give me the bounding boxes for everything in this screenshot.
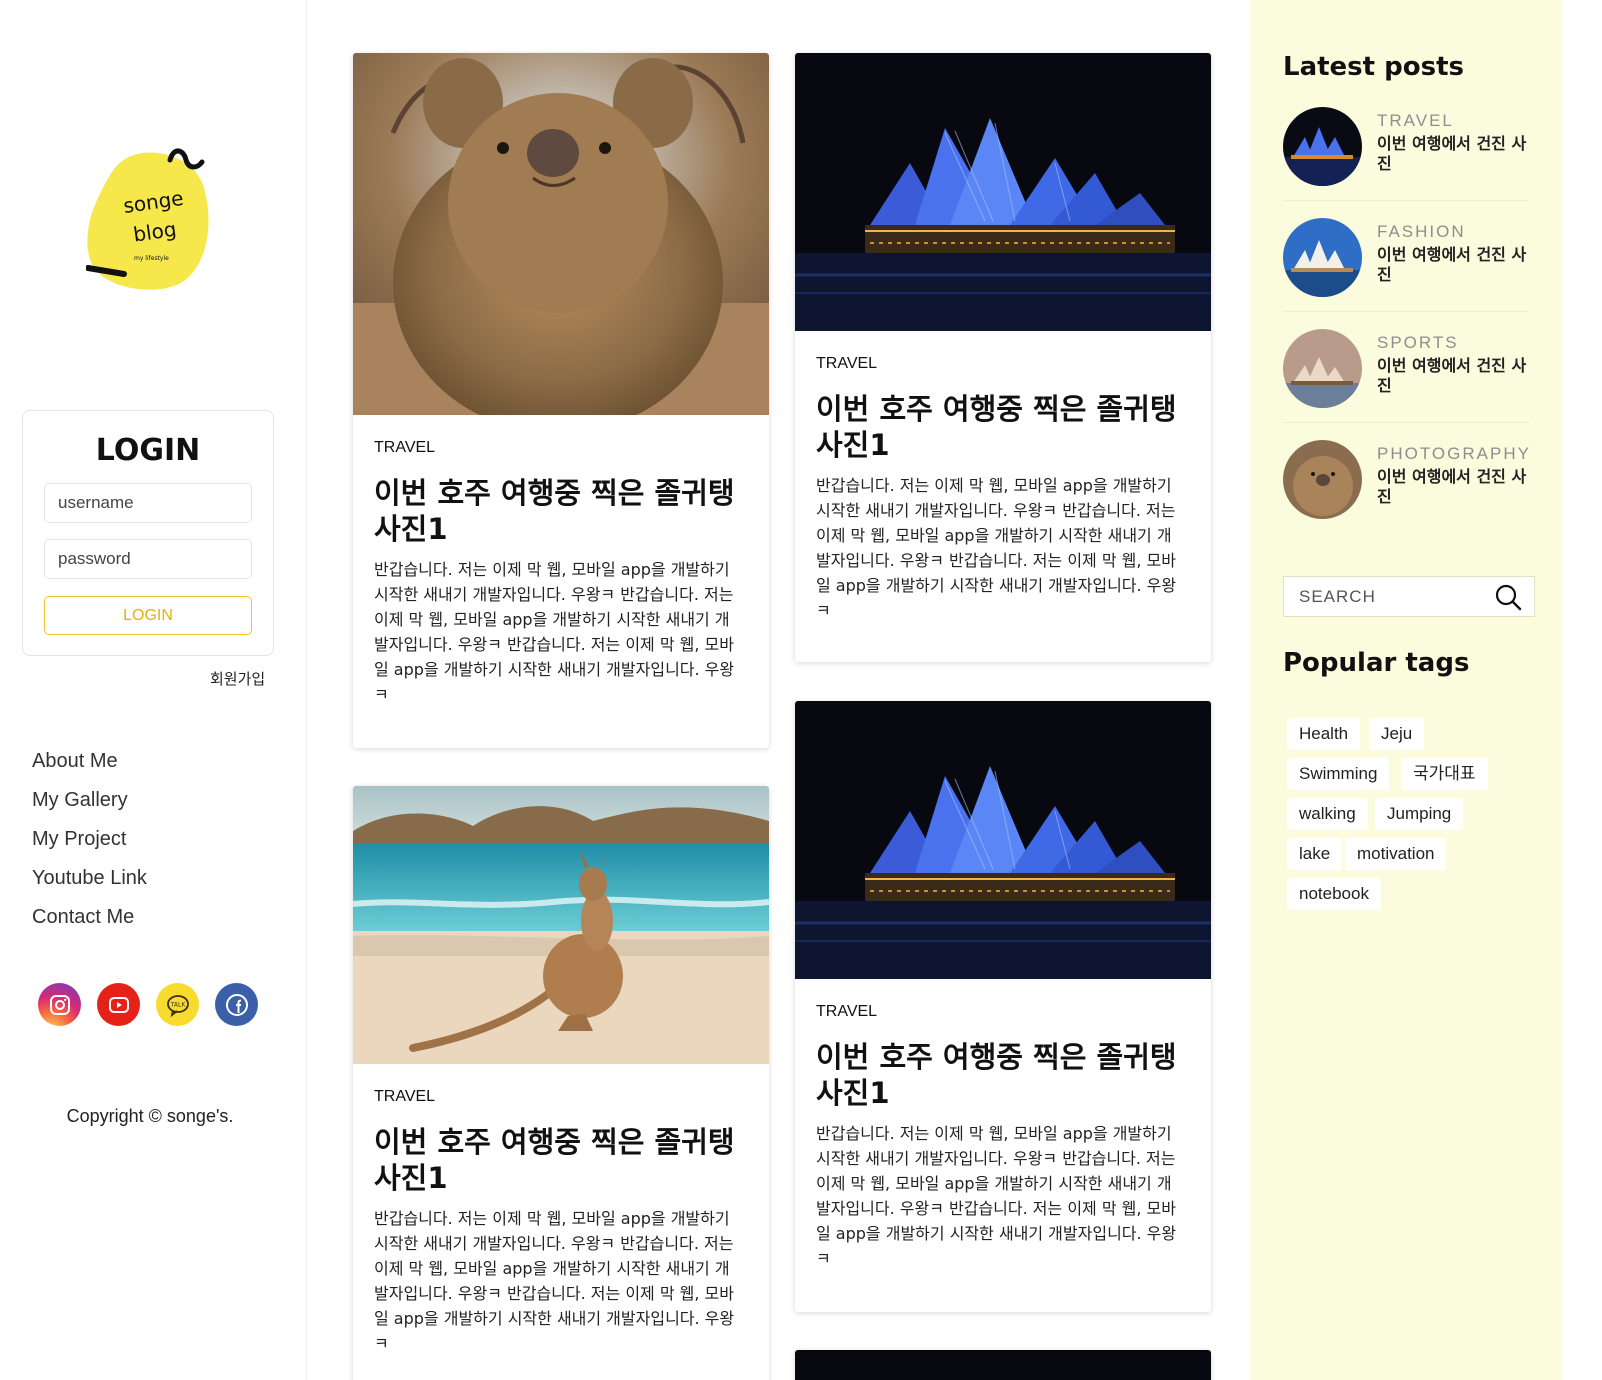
left-sidebar: songe blog my lifestyle LOGIN LOGIN 회원가입… [0, 0, 307, 1380]
kakaotalk-label: TALK [169, 1001, 186, 1008]
post-title[interactable]: 이번 호주 여행중 찍은 졸귀탱 사진1 [374, 1124, 744, 1196]
youtube-icon[interactable] [97, 983, 140, 1026]
latest-post-category: FASHION [1377, 222, 1466, 241]
opera-house-day-thumb[interactable] [1283, 218, 1362, 297]
login-panel: LOGIN LOGIN [22, 410, 274, 656]
kangaroo-beach-photo[interactable] [353, 786, 769, 1064]
post-title[interactable]: 이번 호주 여행중 찍은 졸귀탱 사진1 [816, 391, 1186, 463]
tag-item[interactable]: Health [1287, 718, 1361, 750]
latest-post-category: PHOTOGRAPHY [1377, 444, 1531, 463]
tag-item[interactable]: notebook [1287, 878, 1381, 910]
post-card[interactable]: TRAVEL 이번 호주 여행중 찍은 졸귀탱 사진1 반갑습니다. 저는 이제… [353, 53, 769, 748]
post-category[interactable]: TRAVEL [816, 1003, 877, 1021]
tag-item[interactable]: motivation [1345, 838, 1447, 870]
post-excerpt: 반갑습니다. 저는 이제 막 웹, 모바일 app을 개발하기 시작한 새내기 … [374, 560, 735, 704]
post-excerpt: 반갑습니다. 저는 이제 막 웹, 모바일 app을 개발하기 시작한 새내기 … [374, 1209, 735, 1353]
post-category[interactable]: TRAVEL [374, 1088, 435, 1106]
copyright-text: Copyright © songe's. [66, 1106, 234, 1126]
latest-post-category: TRAVEL [1377, 111, 1454, 130]
right-sidebar: Latest posts TRAVEL 이번 여행에서 건진 사진 FASHIO… [1250, 0, 1562, 1380]
latest-post-item[interactable]: SPORTS 이번 여행에서 건진 사진 [1283, 329, 1529, 409]
divider [1283, 311, 1529, 312]
login-button[interactable]: LOGIN [44, 596, 252, 635]
divider [1283, 422, 1529, 423]
quokka-photo[interactable] [353, 53, 769, 415]
latest-post-item[interactable]: PHOTOGRAPHY 이번 여행에서 건진 사진 [1283, 440, 1529, 520]
search-box [1283, 576, 1535, 617]
username-input[interactable] [44, 483, 252, 523]
nav-contact-me[interactable]: Contact Me [32, 904, 147, 943]
nav-about-me[interactable]: About Me [32, 748, 147, 787]
post-title[interactable]: 이번 호주 여행중 찍은 졸귀탱 사진1 [816, 1039, 1186, 1111]
logo-tagline: my lifestyle [134, 255, 169, 262]
tag-item[interactable]: Jumping [1375, 798, 1464, 830]
social-links: TALK [38, 983, 258, 1026]
post-card[interactable] [795, 1350, 1211, 1380]
nav-youtube-link[interactable]: Youtube Link [32, 865, 147, 904]
search-input[interactable] [1284, 577, 1484, 616]
popular-tags-title: Popular tags [1283, 648, 1470, 678]
opera-house-sunset-thumb[interactable] [1283, 329, 1362, 408]
divider [1283, 200, 1529, 201]
post-excerpt: 반갑습니다. 저는 이제 막 웹, 모바일 app을 개발하기 시작한 새내기 … [816, 1124, 1177, 1268]
blog-logo[interactable]: songe blog my lifestyle [85, 148, 226, 298]
tag-item[interactable]: lake [1287, 838, 1343, 870]
login-title: LOGIN [95, 433, 201, 468]
latest-post-item[interactable]: TRAVEL 이번 여행에서 건진 사진 [1283, 107, 1529, 187]
instagram-icon[interactable] [38, 983, 81, 1026]
quokka-thumb[interactable] [1283, 440, 1362, 519]
facebook-icon[interactable] [215, 983, 258, 1026]
latest-post-category: SPORTS [1377, 333, 1459, 352]
kakaotalk-icon[interactable]: TALK [156, 983, 199, 1026]
tag-item[interactable]: Swimming [1287, 758, 1390, 790]
latest-posts-title: Latest posts [1283, 52, 1464, 82]
nav-my-project[interactable]: My Project [32, 826, 147, 865]
latest-post-item[interactable]: FASHION 이번 여행에서 건진 사진 [1283, 218, 1529, 298]
opera-house-night-photo[interactable] [795, 701, 1211, 979]
post-category[interactable]: TRAVEL [816, 355, 877, 373]
latest-post-title[interactable]: 이번 여행에서 건진 사진 [1377, 356, 1537, 396]
post-card[interactable]: TRAVEL 이번 호주 여행중 찍은 졸귀탱 사진1 반갑습니다. 저는 이제… [353, 786, 769, 1380]
signup-link[interactable]: 회원가입 [210, 668, 265, 689]
sidebar-nav: About Me My Gallery My Project Youtube L… [32, 748, 147, 943]
tag-item[interactable]: walking [1287, 798, 1368, 830]
latest-post-title[interactable]: 이번 여행에서 건진 사진 [1377, 134, 1537, 174]
opera-house-night-photo[interactable] [795, 53, 1211, 331]
post-excerpt: 반갑습니다. 저는 이제 막 웹, 모바일 app을 개발하기 시작한 새내기 … [816, 476, 1177, 620]
latest-post-title[interactable]: 이번 여행에서 건진 사진 [1377, 245, 1537, 285]
password-input[interactable] [44, 539, 252, 579]
search-icon[interactable] [1494, 583, 1522, 615]
post-card[interactable]: TRAVEL 이번 호주 여행중 찍은 졸귀탱 사진1 반갑습니다. 저는 이제… [795, 53, 1211, 662]
post-card[interactable]: TRAVEL 이번 호주 여행중 찍은 졸귀탱 사진1 반갑습니다. 저는 이제… [795, 701, 1211, 1312]
tag-item[interactable]: 국가대표 [1401, 758, 1488, 790]
opera-house-night-thumb[interactable] [1283, 107, 1362, 186]
nav-my-gallery[interactable]: My Gallery [32, 787, 147, 826]
tag-item[interactable]: Jeju [1369, 718, 1425, 750]
latest-post-title[interactable]: 이번 여행에서 건진 사진 [1377, 467, 1537, 507]
post-category[interactable]: TRAVEL [374, 439, 435, 457]
post-title[interactable]: 이번 호주 여행중 찍은 졸귀탱 사진1 [374, 475, 744, 547]
